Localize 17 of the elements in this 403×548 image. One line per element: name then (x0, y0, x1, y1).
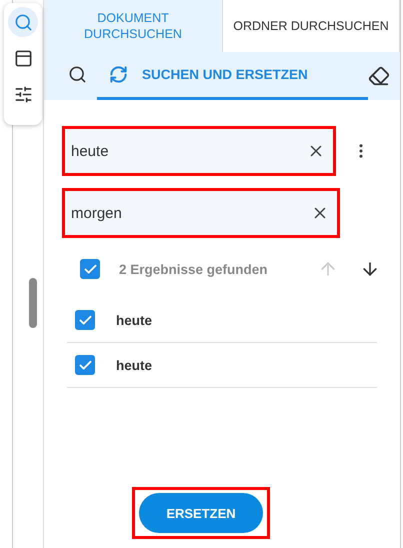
checkbox[interactable] (80, 259, 100, 279)
result-text: heute (116, 358, 152, 372)
refresh-icon (109, 65, 128, 84)
search-icon (14, 12, 32, 32)
checkbox[interactable] (75, 355, 95, 375)
result-text: heute (116, 312, 152, 328)
replace-field[interactable]: morgen (65, 191, 337, 235)
eraser-icon[interactable] (368, 65, 390, 87)
tab[interactable]: ORDNER DURCHSUCHEN (223, 0, 400, 52)
results-count: 2 Ergebnisse gefunden (119, 262, 269, 276)
search-icon (68, 65, 87, 84)
checkbox[interactable] (75, 310, 95, 330)
replace-button[interactable]: ERSETZEN (139, 493, 263, 533)
sliders-icon (14, 84, 32, 104)
scrollbar-thumb[interactable] (29, 278, 37, 328)
search-field[interactable]: heute (65, 129, 333, 173)
panel-icon (14, 48, 32, 68)
